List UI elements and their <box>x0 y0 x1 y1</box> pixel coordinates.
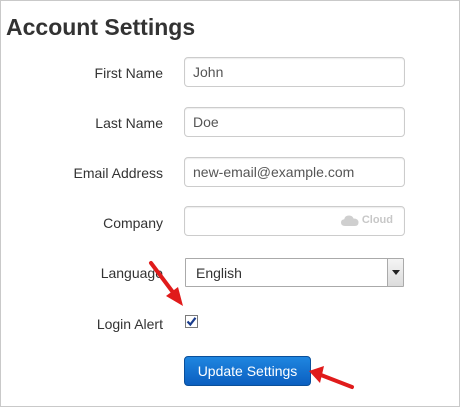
first-name-field[interactable] <box>184 57 405 87</box>
last-name-field[interactable] <box>184 107 405 137</box>
select-dropdown-button[interactable] <box>387 259 403 286</box>
language-select[interactable]: English <box>185 258 404 287</box>
red-arrow-icon <box>149 261 183 306</box>
first-name-label: First Name <box>94 65 163 81</box>
company-field-wrapper: Cloud <box>184 206 405 236</box>
company-field[interactable] <box>184 206 405 236</box>
login-alert-checkbox[interactable] <box>185 315 198 328</box>
company-label: Company <box>103 215 163 231</box>
email-label: Email Address <box>73 165 163 181</box>
email-field[interactable] <box>184 157 405 187</box>
last-name-label: Last Name <box>95 115 163 131</box>
page-title: Account Settings <box>6 14 196 40</box>
checkmark-icon <box>186 317 197 327</box>
red-arrow-icon <box>309 366 354 389</box>
settings-panel: Account Settings First Name Last Name Em… <box>0 0 460 407</box>
language-select-value: English <box>196 265 242 281</box>
triangle-down-icon <box>391 270 400 275</box>
login-alert-label: Login Alert <box>96 316 163 332</box>
update-settings-button[interactable]: Update Settings <box>184 356 311 386</box>
